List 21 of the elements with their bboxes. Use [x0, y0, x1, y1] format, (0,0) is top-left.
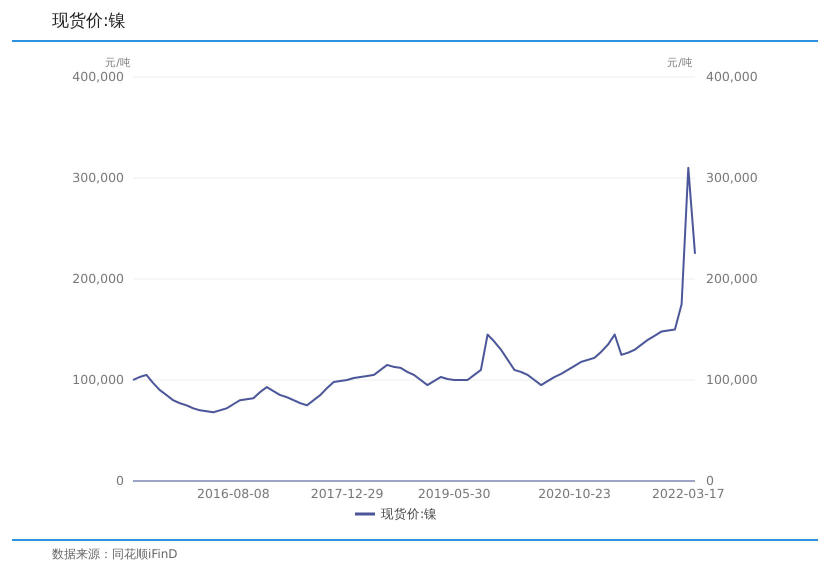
- y-axis-label: 300,000: [72, 170, 124, 185]
- legend-line-icon: [355, 512, 375, 516]
- chart-title: 现货价:镍: [52, 10, 126, 32]
- x-axis-label: 2016-08-08: [197, 486, 270, 501]
- x-axis-label: 2019-05-30: [418, 486, 490, 501]
- y-axis-label: 0: [706, 473, 714, 488]
- y-axis-label: 400,000: [706, 69, 758, 84]
- y-axis-label: 100,000: [706, 372, 758, 387]
- y-axis-label: 0: [116, 473, 124, 488]
- legend-label[interactable]: 现货价:镍: [381, 506, 438, 521]
- unit-label: 元/吨: [667, 57, 693, 69]
- x-axis-label: 2017-12-29: [310, 486, 384, 501]
- y-axis-label: 200,000: [72, 271, 124, 286]
- y-axis-label: 200,000: [706, 271, 758, 286]
- source-note: 数据来源：同花顺iFinD: [52, 547, 178, 561]
- y-axis-label: 100,000: [72, 372, 124, 387]
- x-axis-label: 2020-10-23: [538, 486, 611, 501]
- y-axis-label: 400,000: [72, 69, 124, 84]
- unit-label: 元/吨: [105, 57, 131, 69]
- x-axis-label: 2022-03-17: [652, 486, 725, 501]
- y-axis-label: 300,000: [706, 170, 758, 185]
